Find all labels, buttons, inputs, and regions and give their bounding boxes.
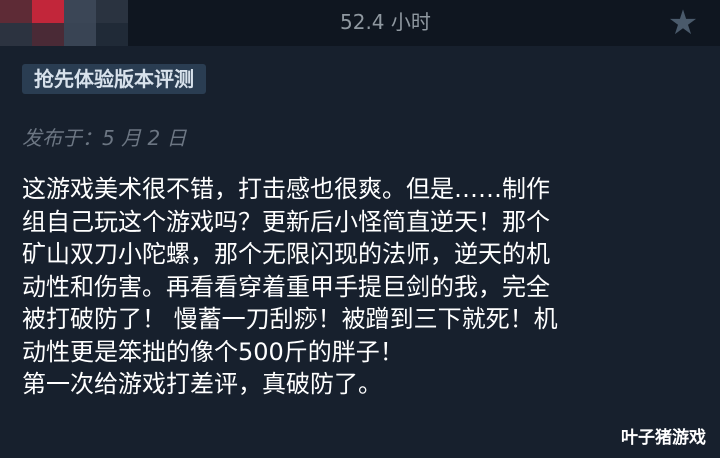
watermark: 叶子猪游戏 — [621, 428, 706, 448]
review-line: 动性更是笨拙的像个500斤的胖子！ — [22, 337, 404, 366]
posted-date: 发布于：5 月 2 日 — [22, 126, 187, 150]
review-line: 动性和伤害。再看看穿着重甲手提巨剑的我，完全 — [22, 272, 550, 301]
avatar-pixel — [64, 0, 96, 23]
review-line: 这游戏美术很不错，打击感也很爽。但是……制作 — [22, 175, 550, 203]
review-line: 组自己玩这个游戏吗？更新后小怪简直逆天！那个 — [22, 207, 550, 236]
review-text: 这游戏美术很不错，打击感也很爽。但是……制作 组自己玩这个游戏吗？更新后小怪简直… — [22, 173, 702, 401]
star-icon[interactable]: ★ — [666, 6, 700, 40]
avatar[interactable] — [0, 0, 128, 46]
playtime-hours: 52.4 小时 — [340, 10, 431, 34]
avatar-pixel — [32, 23, 64, 46]
avatar-pixel — [96, 0, 128, 23]
review-line: 第一次给游戏打差评，真破防了。 — [22, 370, 382, 398]
review-line: 矿山双刀小陀螺，那个无限闪现的法师，逆天的机 — [22, 240, 550, 268]
avatar-pixel — [64, 23, 96, 46]
avatar-pixel — [32, 0, 64, 23]
review-line: 被打破防了！ 慢蓄一刀刮痧！被蹭到三下就死！机 — [22, 305, 558, 333]
avatar-pixel — [96, 23, 128, 46]
avatar-pixel — [0, 23, 32, 46]
review-header: 52.4 小时 ★ — [0, 0, 720, 46]
avatar-pixel — [0, 0, 32, 23]
early-access-badge: 抢先体验版本评测 — [22, 64, 206, 94]
